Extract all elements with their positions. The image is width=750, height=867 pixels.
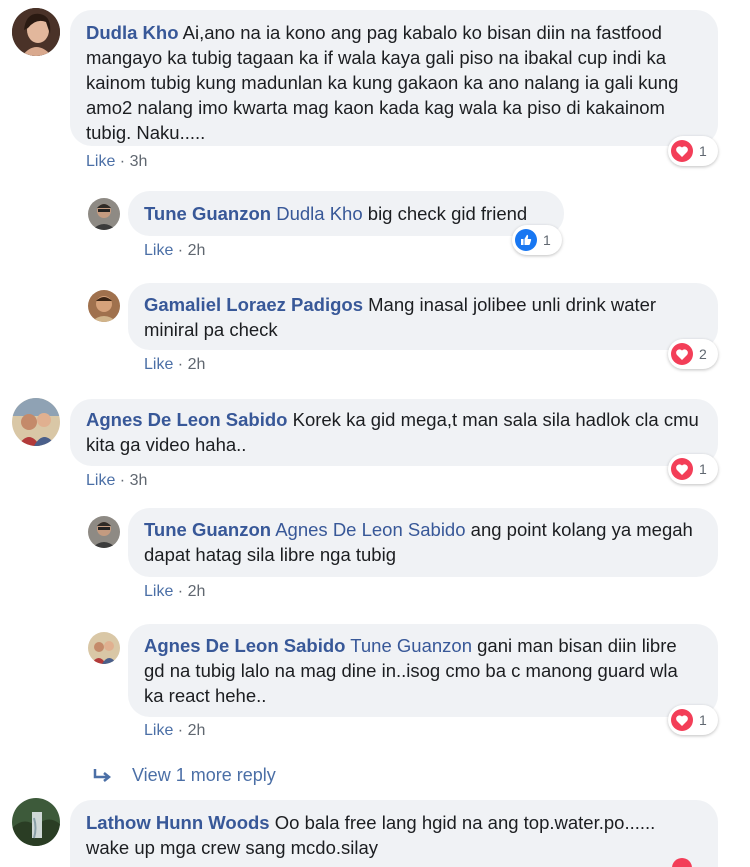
like-button[interactable]: Like <box>86 153 115 170</box>
comment-author[interactable]: Dudla Kho <box>86 22 179 43</box>
like-button[interactable]: Like <box>86 472 115 489</box>
comment-meta: Like · 2h <box>144 583 206 600</box>
comment-bubble: Gamaliel Loraez Padigos Mang inasal joli… <box>128 283 718 350</box>
comment-author[interactable]: Gamaliel Loraez Padigos <box>144 294 363 315</box>
reaction-count: 1 <box>543 232 551 248</box>
avatar[interactable] <box>88 632 120 664</box>
comment-meta: Like · 3h <box>86 153 148 170</box>
heart-icon <box>671 709 693 731</box>
reaction-summary[interactable]: 1 <box>668 705 718 735</box>
avatar-image <box>88 516 120 548</box>
timestamp[interactable]: 3h <box>130 153 148 170</box>
avatar-image <box>12 398 60 446</box>
like-button[interactable]: Like <box>144 583 173 600</box>
comment-meta: Like · 3h <box>86 472 148 489</box>
timestamp[interactable]: 2h <box>188 356 206 373</box>
reaction-count: 1 <box>699 712 707 728</box>
timestamp[interactable]: 2h <box>188 242 206 259</box>
comment-author[interactable]: Agnes De Leon Sabido <box>86 409 287 430</box>
avatar[interactable] <box>88 198 120 230</box>
reply-arrow-icon <box>92 767 114 785</box>
avatar[interactable] <box>12 798 60 846</box>
comment-meta: Like · 2h <box>144 722 206 739</box>
comment-meta: Like · 2h <box>144 356 206 373</box>
heart-icon <box>672 858 692 867</box>
comment-bubble: Agnes De Leon Sabido Tune Guanzon gani m… <box>128 624 718 717</box>
reaction-summary[interactable]: 2 <box>668 339 718 369</box>
reaction-count: 2 <box>699 346 707 362</box>
avatar[interactable] <box>88 516 120 548</box>
comment-bubble: Tune Guanzon Dudla Kho big check gid fri… <box>128 191 564 236</box>
reaction-summary[interactable]: 1 <box>512 225 562 255</box>
comment-bubble: Lathow Hunn Woods Oo bala free lang hgid… <box>70 800 718 867</box>
avatar-image <box>88 632 120 664</box>
comment-text: big check gid friend <box>367 203 528 224</box>
avatar-image <box>88 198 120 230</box>
like-button[interactable]: Like <box>144 242 173 259</box>
like-button[interactable]: Like <box>144 722 173 739</box>
mention-link[interactable]: Agnes De Leon Sabido <box>275 519 465 540</box>
avatar-image <box>88 290 120 322</box>
timestamp[interactable]: 2h <box>188 722 206 739</box>
comment-bubble: Tune Guanzon Agnes De Leon Sabido ang po… <box>128 508 718 577</box>
heart-icon <box>671 458 693 480</box>
comment-author[interactable]: Lathow Hunn Woods <box>86 812 270 833</box>
mention-link[interactable]: Tune Guanzon <box>350 635 472 656</box>
view-more-replies-link[interactable]: View 1 more reply <box>132 765 276 786</box>
avatar[interactable] <box>12 398 60 446</box>
avatar[interactable] <box>88 290 120 322</box>
reaction-count: 1 <box>699 143 707 159</box>
comment-author[interactable]: Tune Guanzon <box>144 203 271 224</box>
reaction-count: 1 <box>699 461 707 477</box>
thumbs-up-icon <box>515 229 537 251</box>
avatar[interactable] <box>12 8 60 56</box>
like-button[interactable]: Like <box>144 356 173 373</box>
comment-author[interactable]: Agnes De Leon Sabido <box>144 635 345 656</box>
timestamp[interactable]: 2h <box>188 583 206 600</box>
reaction-summary[interactable]: 1 <box>668 454 718 484</box>
heart-icon <box>671 343 693 365</box>
avatar-image <box>12 8 60 56</box>
avatar-image <box>12 798 60 846</box>
timestamp[interactable]: 3h <box>130 472 148 489</box>
comment-meta: Like · 2h <box>144 242 206 259</box>
comment-author[interactable]: Tune Guanzon <box>144 519 271 540</box>
comment-bubble: Dudla Kho Ai,ano na ia kono ang pag kaba… <box>70 10 718 146</box>
reaction-summary[interactable]: 1 <box>668 136 718 166</box>
mention-link[interactable]: Dudla Kho <box>276 203 362 224</box>
heart-icon <box>671 140 693 162</box>
comment-bubble: Agnes De Leon Sabido Korek ka gid mega,t… <box>70 399 718 466</box>
